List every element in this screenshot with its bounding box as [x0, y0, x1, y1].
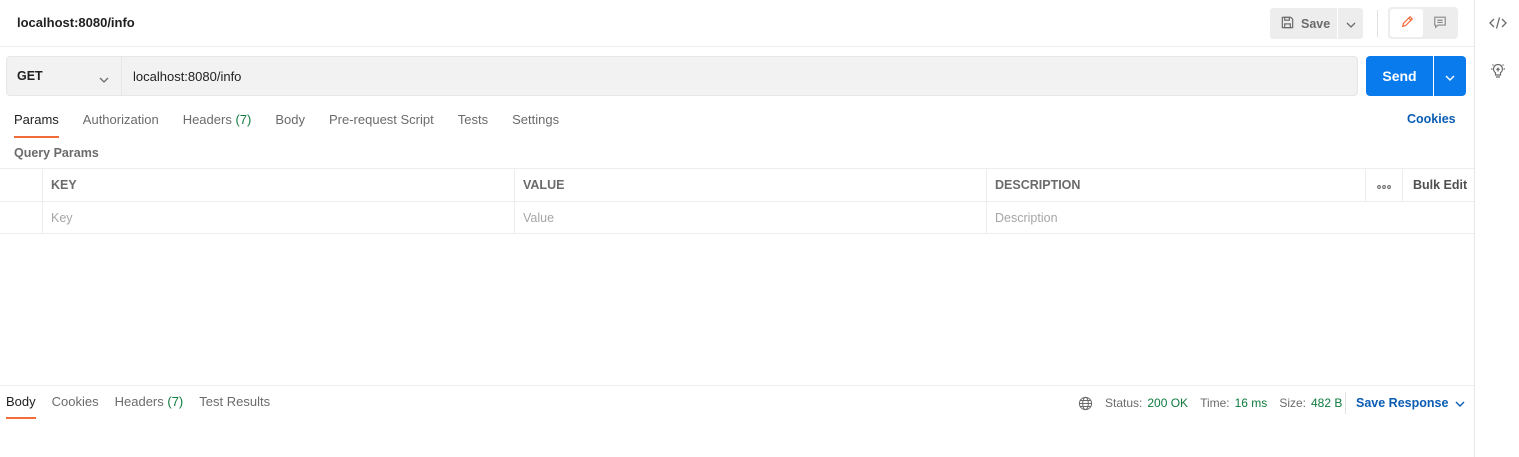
send-button[interactable]: Send: [1366, 56, 1433, 96]
tab-tests[interactable]: Tests: [458, 112, 488, 138]
status-value[interactable]: 200 OK: [1147, 396, 1188, 410]
save-response-label: Save Response: [1356, 396, 1449, 410]
more-options-button[interactable]: [1365, 169, 1402, 201]
save-response-button[interactable]: Save Response: [1356, 396, 1465, 410]
param-value-input[interactable]: Value: [514, 202, 986, 234]
code-icon[interactable]: [1488, 13, 1508, 33]
method-select[interactable]: GET: [7, 57, 122, 95]
param-key-input[interactable]: Key: [42, 202, 514, 234]
tab-params-label: Params: [14, 112, 59, 127]
tab-headers-count: (7): [235, 112, 252, 127]
tab-body-label: Body: [275, 112, 305, 127]
request-tabs: Params Authorization Headers (7) Body Pr…: [14, 112, 583, 138]
tab-prerequest-label: Pre-request Script: [328, 112, 434, 127]
table-header-row: KEY VALUE DESCRIPTION Bulk Edit: [0, 168, 1474, 201]
tab-headers[interactable]: Headers (7): [183, 112, 252, 138]
save-options-button[interactable]: [1338, 8, 1363, 39]
cookies-link[interactable]: Cookies: [1407, 112, 1456, 126]
url-bar: GET: [6, 56, 1358, 96]
response-tab-body-label: Body: [6, 394, 36, 409]
time-value[interactable]: 16 ms: [1235, 396, 1268, 410]
method-value: GET: [17, 69, 43, 83]
response-meta: Status: 200 OK Time: 16 ms Size: 482 B: [1078, 394, 1354, 412]
right-sidebar: [1474, 0, 1519, 457]
response-tab-test-results[interactable]: Test Results: [199, 394, 270, 419]
response-tab-cookies[interactable]: Cookies: [52, 394, 99, 419]
tab-headers-label: Headers: [182, 112, 232, 127]
response-panel: Body Cookies Headers (7) Test Results St…: [0, 385, 1474, 457]
response-tab-headers[interactable]: Headers (7): [115, 394, 184, 419]
tab-authorization[interactable]: Authorization: [83, 112, 159, 138]
globe-icon[interactable]: [1078, 396, 1093, 411]
chevron-down-icon: [1455, 396, 1465, 410]
response-tab-test-results-label: Test Results: [199, 394, 271, 409]
request-header: localhost:8080/info Save: [0, 0, 1474, 47]
meta-divider: [1345, 392, 1346, 414]
save-button[interactable]: Save: [1270, 8, 1337, 39]
comment-icon: [1433, 15, 1447, 32]
chevron-down-icon: [1445, 69, 1455, 84]
comments-mode-button[interactable]: [1423, 9, 1456, 37]
chevron-down-icon: [99, 72, 109, 86]
header-divider: [1377, 10, 1378, 37]
size-value[interactable]: 482 B: [1311, 396, 1342, 410]
url-input[interactable]: [122, 57, 1357, 95]
request-title[interactable]: localhost:8080/info: [17, 15, 135, 30]
save-button-group: Save: [1270, 8, 1363, 39]
column-header-key: KEY: [51, 178, 77, 192]
more-horizontal-icon: [1376, 178, 1391, 192]
tab-params[interactable]: Params: [14, 112, 59, 138]
tab-body[interactable]: Body: [275, 112, 305, 138]
tab-prerequest-script[interactable]: Pre-request Script: [329, 112, 434, 138]
response-tab-cookies-label: Cookies: [51, 394, 99, 409]
column-header-value: VALUE: [523, 178, 565, 192]
tab-tests-label: Tests: [457, 112, 489, 127]
column-header-description: DESCRIPTION: [995, 178, 1081, 192]
response-tab-body[interactable]: Body: [6, 394, 36, 419]
chevron-down-icon: [1346, 16, 1356, 31]
size-label: Size:: [1279, 396, 1306, 410]
tab-settings[interactable]: Settings: [512, 112, 559, 138]
table-row: Key Value Description: [0, 201, 1474, 234]
bulk-edit-button[interactable]: Bulk Edit: [1402, 169, 1474, 201]
status-label: Status:: [1105, 396, 1143, 410]
send-options-button[interactable]: [1434, 56, 1466, 96]
request-workspace: localhost:8080/info Save GET localhost:8…: [0, 0, 1474, 457]
pencil-icon: [1400, 15, 1414, 32]
response-tab-headers-label: Headers: [114, 394, 164, 409]
floppy-disk-icon: [1280, 15, 1295, 33]
param-description-input[interactable]: Description: [986, 202, 1473, 234]
time-label: Time:: [1200, 396, 1230, 410]
save-button-label: Save: [1301, 16, 1331, 31]
edit-mode-button[interactable]: [1390, 9, 1423, 37]
response-tab-headers-count: (7): [167, 394, 184, 409]
lightbulb-icon[interactable]: [1488, 61, 1508, 81]
tab-authorization-label: Authorization: [82, 112, 159, 127]
send-button-group: Send: [1366, 56, 1466, 96]
query-params-title: Query Params: [14, 146, 99, 160]
tab-settings-label: Settings: [512, 112, 560, 127]
response-tabs: Body Cookies Headers (7) Test Results: [6, 394, 286, 419]
mode-toggle: [1388, 7, 1458, 39]
query-params-table: KEY VALUE DESCRIPTION Bulk Edit Key Valu…: [0, 168, 1474, 234]
